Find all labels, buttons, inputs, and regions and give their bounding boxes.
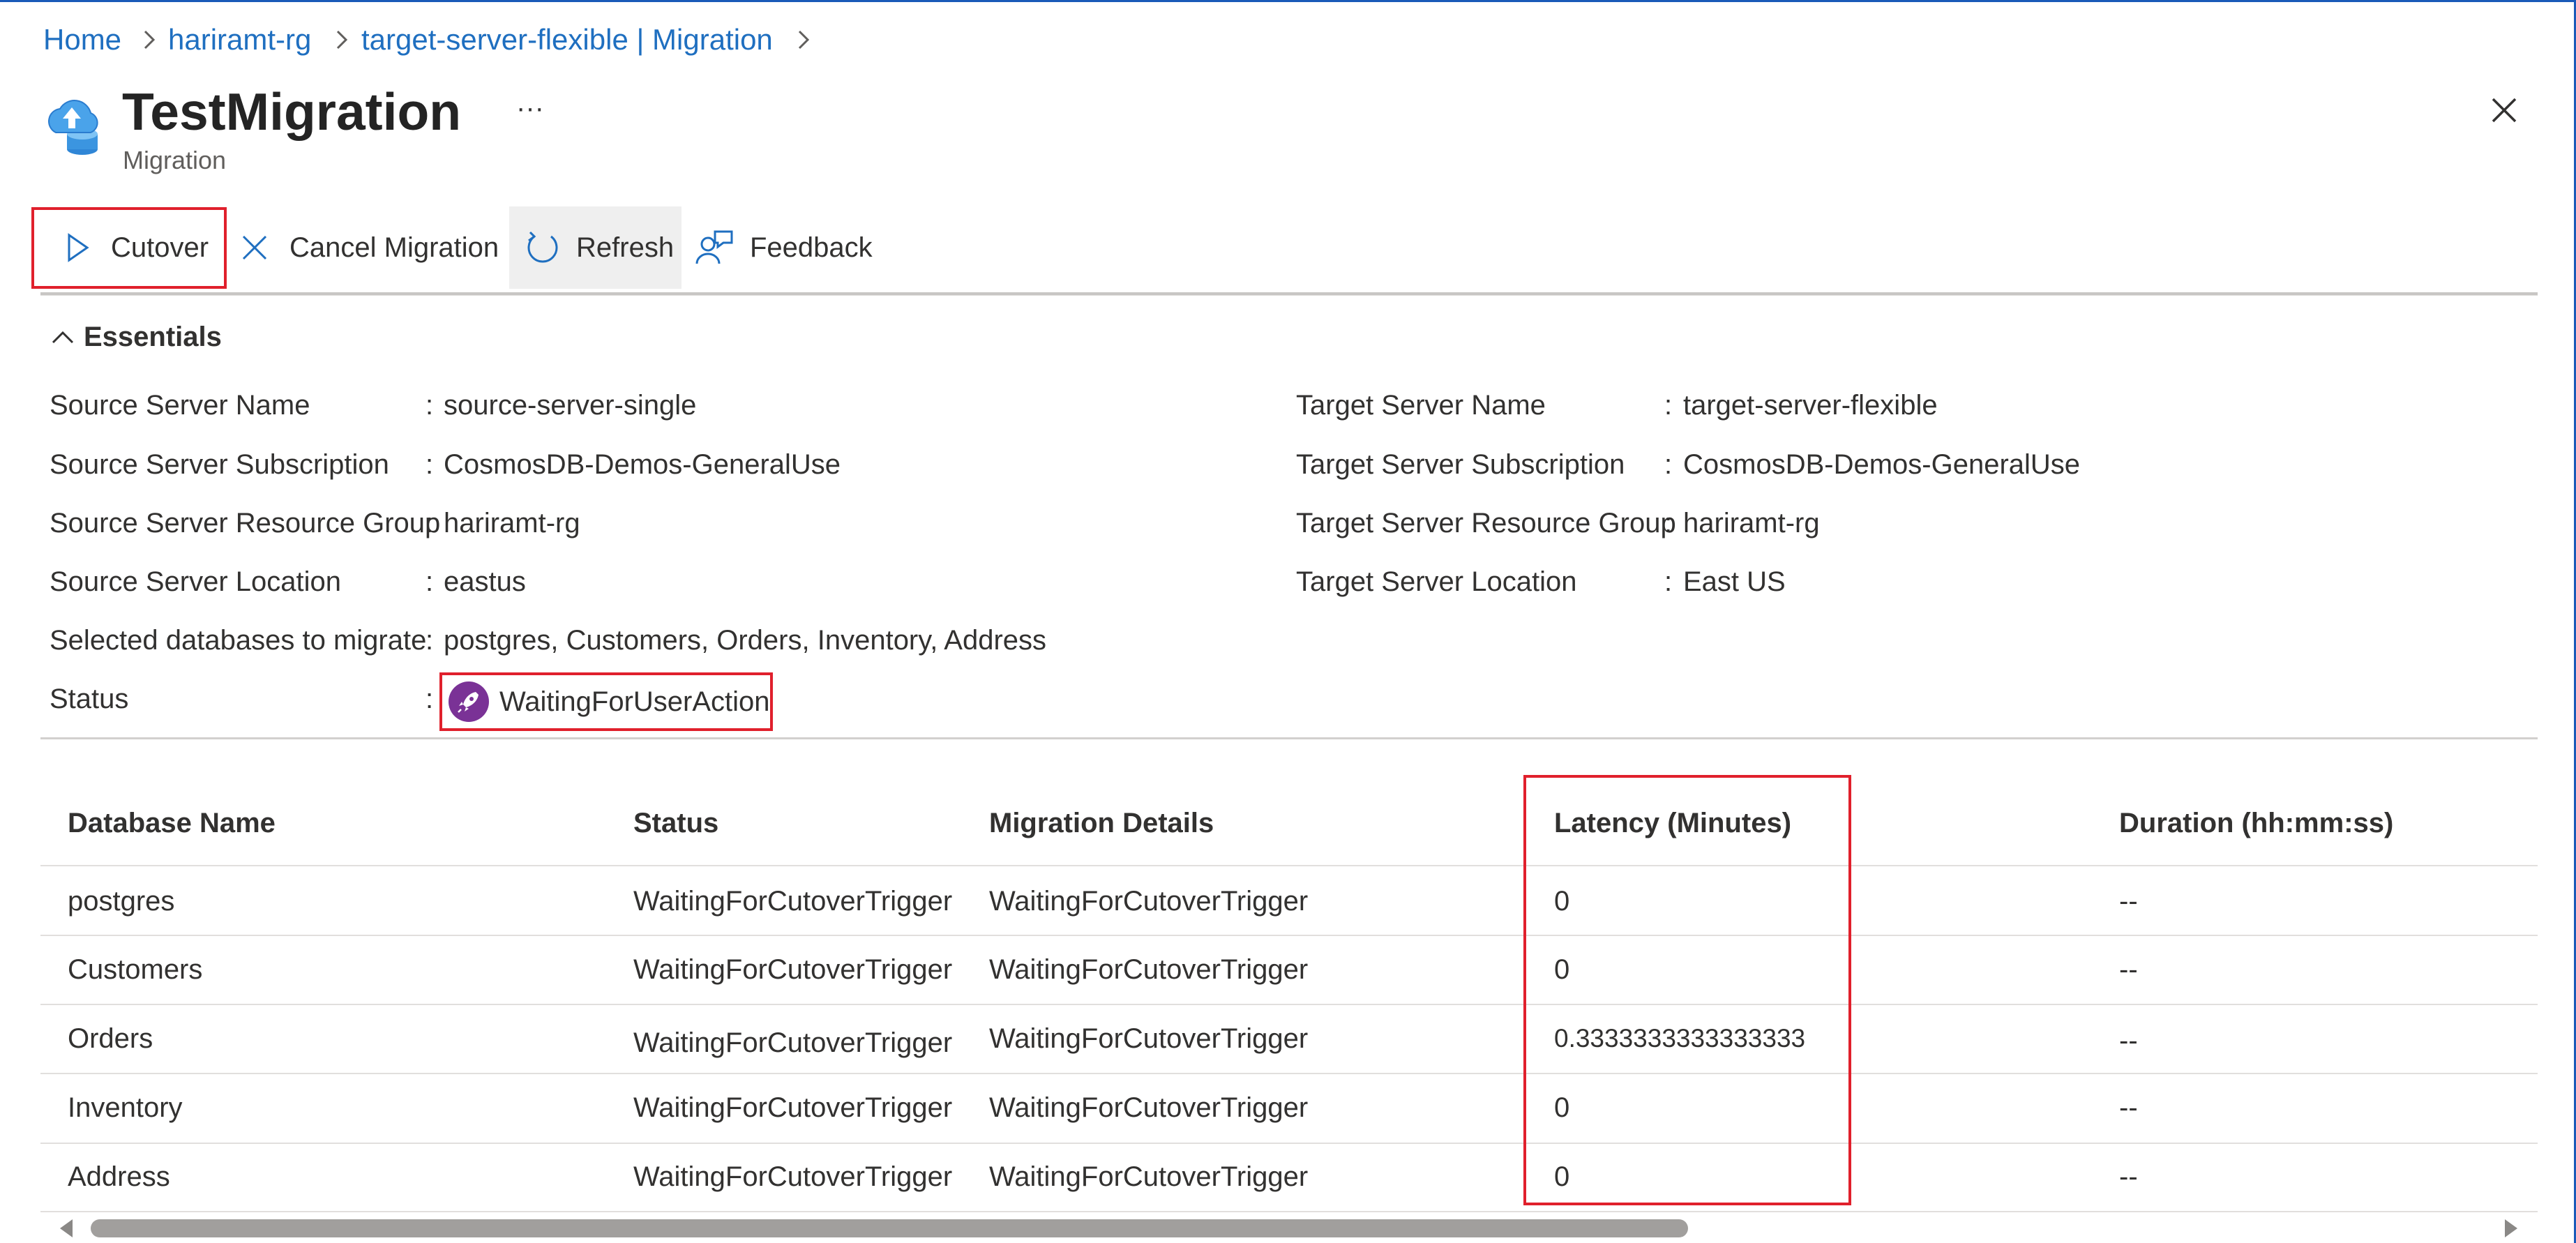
colon: :: [425, 390, 434, 421]
rocket-icon: [449, 681, 489, 722]
target-server-location-value: East US: [1683, 566, 1786, 597]
database-link-address[interactable]: Address: [68, 1156, 170, 1198]
selected-databases-label: Selected databases to migrate: [50, 625, 427, 656]
database-link-inventory[interactable]: Inventory: [68, 1087, 183, 1129]
target-server-resource-group-label: Target Server Resource Group: [1296, 508, 1676, 538]
row-migration-details: WaitingForCutoverTrigger: [989, 1092, 1309, 1123]
scroll-left-icon[interactable]: [57, 1216, 75, 1240]
source-server-resource-group-value: hariramt-rg: [444, 508, 580, 538]
column-header-status[interactable]: Status: [633, 802, 718, 844]
row-duration: --: [2119, 1025, 2138, 1056]
status-badge: WaitingForUserAction: [439, 672, 773, 731]
row-divider: [40, 1004, 2538, 1005]
row-migration-details: WaitingForCutoverTrigger: [989, 1161, 1309, 1192]
column-header-duration[interactable]: Duration (hh:mm:ss): [2119, 802, 2393, 844]
cutover-highlight: [31, 207, 227, 289]
target-server-location-label: Target Server Location: [1296, 566, 1577, 597]
database-link-postgres[interactable]: postgres: [68, 880, 174, 922]
more-options-button[interactable]: ···: [516, 91, 544, 126]
breadcrumb-server-migration[interactable]: target-server-flexible | Migration: [361, 19, 773, 61]
chevron-up-icon: [52, 331, 74, 344]
close-icon: [242, 235, 267, 260]
scrollbar-thumb[interactable]: [91, 1219, 1688, 1237]
row-duration: --: [2119, 1092, 2138, 1123]
row-divider: [40, 865, 2538, 866]
source-server-name-label: Source Server Name: [50, 390, 310, 421]
cancel-migration-button[interactable]: Cancel Migration: [234, 206, 506, 289]
colon: :: [1664, 449, 1673, 480]
selected-databases-value: postgres, Customers, Orders, Inventory, …: [444, 625, 1047, 656]
database-link-customers[interactable]: Customers: [68, 949, 202, 990]
cloud-upload-database-icon: [48, 100, 98, 155]
colon: :: [425, 449, 434, 480]
migration-blade: Home hariramt-rg target-server-flexible …: [0, 0, 2576, 1243]
latency-column-highlight: [1523, 775, 1851, 1205]
status-value: WaitingForUserAction: [499, 686, 770, 717]
colon: :: [425, 684, 434, 714]
status-label: Status: [50, 684, 129, 714]
row-migration-details: WaitingForCutoverTrigger: [989, 954, 1309, 985]
target-server-name-label: Target Server Name: [1296, 390, 1546, 421]
feedback-label: Feedback: [750, 232, 873, 263]
column-header-migration-details[interactable]: Migration Details: [989, 802, 1214, 844]
row-status: WaitingForCutoverTrigger: [633, 1161, 953, 1192]
feedback-person-icon: [695, 230, 733, 264]
row-divider: [40, 935, 2538, 936]
feedback-button[interactable]: Feedback: [694, 206, 896, 289]
target-server-subscription-value: CosmosDB-Demos-GeneralUse: [1683, 449, 2081, 480]
toolbar-divider-shadow: [40, 295, 2538, 296]
chevron-right-icon: [798, 30, 810, 50]
colon: :: [1664, 508, 1673, 538]
colon: :: [425, 508, 434, 538]
cancel-migration-label: Cancel Migration: [289, 232, 499, 263]
database-link-orders[interactable]: Orders: [68, 1018, 153, 1060]
source-server-resource-group-label: Source Server Resource Group: [50, 508, 441, 538]
essentials-heading: Essentials: [84, 322, 222, 352]
source-server-location-value: eastus: [444, 566, 526, 597]
target-server-name-value: target-server-flexible: [1683, 390, 1938, 421]
row-divider: [40, 1073, 2538, 1074]
row-status: WaitingForCutoverTrigger: [633, 954, 953, 985]
row-duration: --: [2119, 886, 2138, 917]
row-divider: [40, 1143, 2538, 1144]
row-duration: --: [2119, 954, 2138, 985]
colon: :: [425, 625, 434, 656]
source-server-name-value: source-server-single: [444, 390, 697, 421]
page-subtitle: Migration: [123, 146, 227, 174]
row-status: WaitingForCutoverTrigger: [633, 1092, 953, 1123]
colon: :: [1664, 566, 1673, 597]
colon: :: [425, 566, 434, 597]
source-server-subscription-value: CosmosDB-Demos-GeneralUse: [444, 449, 841, 480]
scroll-right-icon[interactable]: [2502, 1216, 2520, 1240]
source-server-subscription-label: Source Server Subscription: [50, 449, 389, 480]
chevron-right-icon: [144, 30, 156, 50]
row-migration-details: WaitingForCutoverTrigger: [989, 886, 1309, 917]
chevron-right-icon: [336, 30, 348, 50]
target-server-resource-group-value: hariramt-rg: [1683, 508, 1820, 538]
refresh-icon: [527, 231, 558, 263]
essentials-divider: [40, 737, 2538, 739]
row-duration: --: [2119, 1161, 2138, 1192]
refresh-button[interactable]: Refresh: [509, 206, 681, 289]
row-status: WaitingForCutoverTrigger: [633, 886, 953, 917]
breadcrumb-resource-group[interactable]: hariramt-rg: [168, 19, 311, 61]
row-migration-details: WaitingForCutoverTrigger: [989, 1023, 1309, 1054]
colon: :: [1664, 390, 1673, 421]
close-icon[interactable]: [2489, 95, 2519, 126]
page-title: TestMigration: [122, 82, 462, 141]
row-status: WaitingForCutoverTrigger: [633, 1027, 953, 1058]
source-server-location-label: Source Server Location: [50, 566, 342, 597]
essentials-toggle[interactable]: Essentials: [49, 317, 222, 356]
breadcrumb-home[interactable]: Home: [43, 19, 121, 61]
target-server-subscription-label: Target Server Subscription: [1296, 449, 1625, 480]
column-header-database-name[interactable]: Database Name: [68, 802, 276, 844]
refresh-label: Refresh: [576, 232, 675, 263]
